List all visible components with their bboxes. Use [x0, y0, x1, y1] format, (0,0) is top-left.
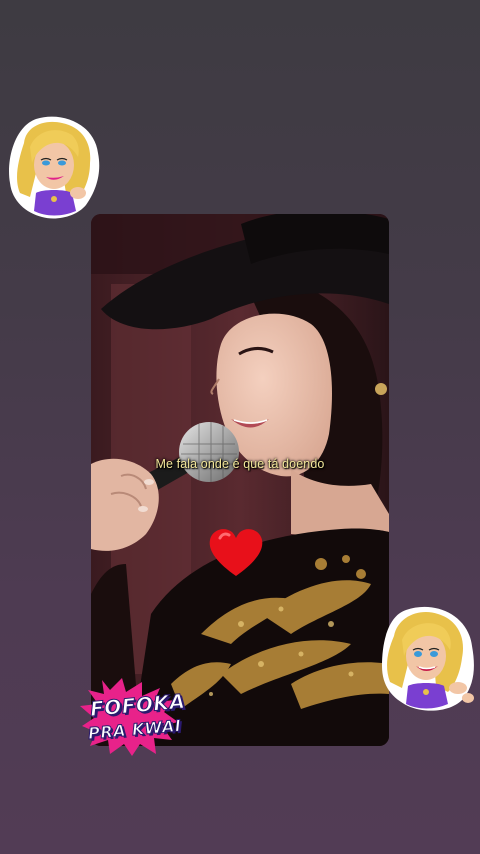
brand-logo: FOFOKA PRA KWAI [80, 676, 187, 756]
video-player[interactable]: Me fala onde é que tá doendo [91, 214, 389, 746]
video-subtitle: Me fala onde é que tá doendo [155, 457, 325, 471]
cartoon-woman-sticker-icon [9, 116, 100, 219]
heart-icon [206, 524, 266, 580]
video-frame [91, 214, 389, 746]
cartoon-woman-sticker-icon [382, 606, 474, 711]
cartoon-woman-sticker-top [6, 113, 102, 223]
cartoon-woman-sticker-bottom [378, 602, 478, 714]
